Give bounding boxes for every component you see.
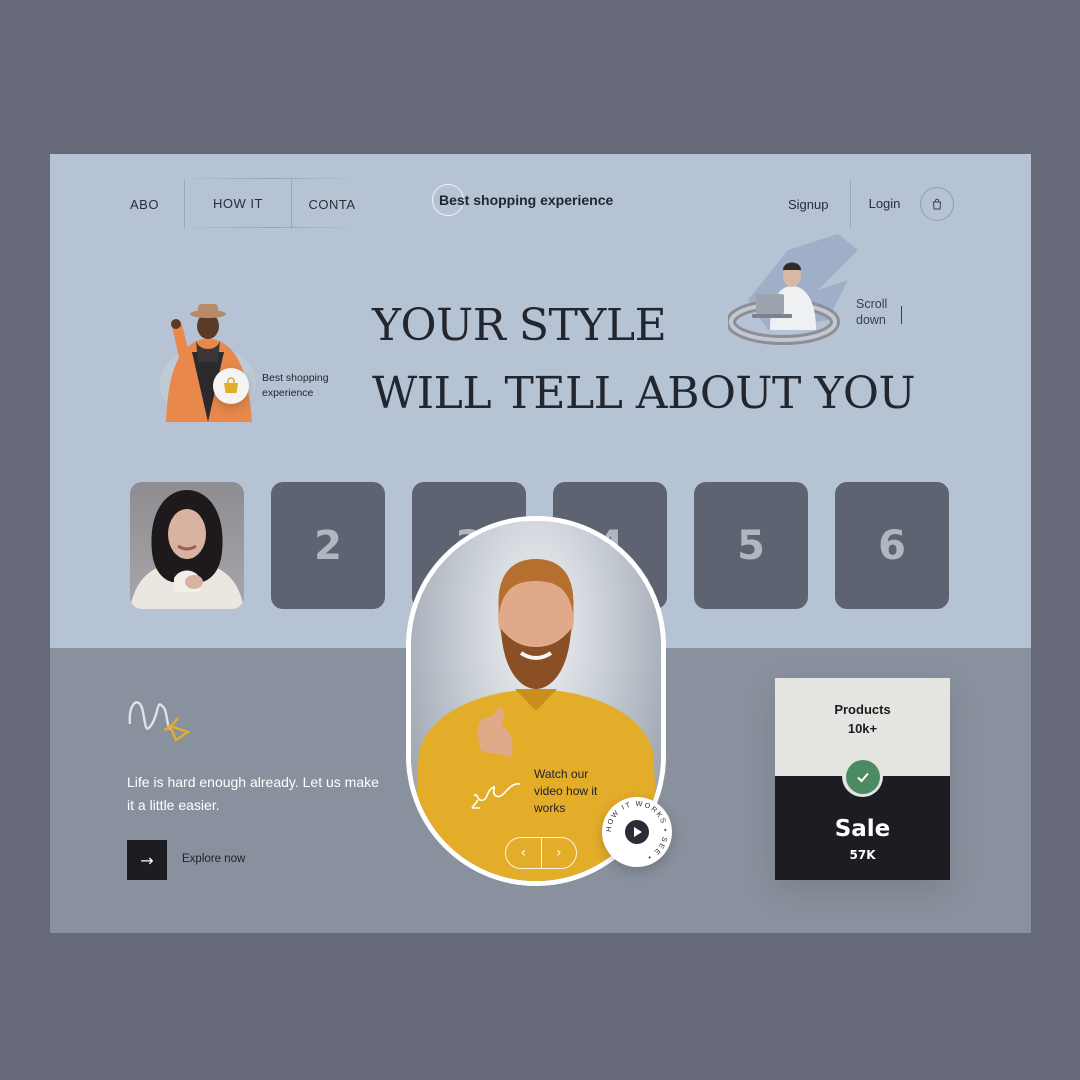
nav-item-how-it-works[interactable]: HOW IT — [184, 180, 292, 228]
video-caption-text: Watch our video how it works — [534, 767, 598, 815]
products-value: 10k+ — [847, 721, 878, 736]
arrow-right-icon: → — [140, 850, 154, 870]
how-it-works-badge[interactable]: HOW IT WORKS • SEE • — [602, 797, 672, 867]
hero-caption: Best shopping experience — [262, 372, 329, 399]
sale-label: Sale — [834, 816, 891, 842]
woman-portrait-image — [130, 490, 244, 609]
sale-value: 57K — [849, 848, 876, 862]
nav-divider-top — [180, 178, 360, 179]
landing-canvas: ABO HOW IT CONTA Best shopping experienc… — [50, 154, 1031, 933]
chevron-left-icon: ‹ — [520, 845, 527, 861]
tile-5-number: 5 — [737, 522, 765, 569]
scroll-indicator — [901, 306, 902, 324]
tile-2[interactable]: 2 — [271, 482, 385, 609]
next-button[interactable]: › — [542, 838, 577, 868]
products-label: Products — [834, 702, 891, 717]
prev-button[interactable]: ‹ — [506, 838, 542, 868]
scroll-down-label: Scroll down — [856, 297, 888, 327]
tile-6-number: 6 — [878, 522, 906, 569]
carousel-controls: ‹ › — [505, 837, 577, 869]
main-nav: ABO HOW IT CONTA — [120, 180, 372, 228]
signup-link[interactable]: Signup — [782, 197, 850, 212]
promo-tagline: Life is hard enough already. Let us make… — [127, 774, 379, 813]
check-circle — [845, 759, 880, 794]
products-stat: Products 10k+ — [775, 700, 950, 738]
hero-laptop-man-image — [728, 234, 858, 345]
tile-1-photo[interactable] — [130, 482, 244, 609]
scroll-down-link[interactable]: Scroll down — [856, 296, 902, 328]
stats-card: Products 10k+ Sale 57K — [775, 678, 950, 880]
tile-5[interactable]: 5 — [694, 482, 808, 609]
checkmark-icon — [856, 772, 869, 782]
squiggle-arrow-icon — [128, 701, 191, 742]
check-badge — [842, 756, 883, 797]
hero-model-image — [160, 304, 256, 422]
shopping-bag-icon — [932, 198, 942, 210]
account-nav: Signup Login — [782, 180, 954, 228]
tile-2-number: 2 — [314, 522, 342, 569]
hero-title-line-2: WILL TELL ABOUT YOU — [372, 368, 916, 419]
brand-logo[interactable]: Best shopping experience — [427, 179, 650, 221]
nav-item-contact[interactable]: CONTA — [292, 197, 372, 212]
explore-button[interactable]: → — [127, 840, 167, 880]
explore-link[interactable]: Explore now — [182, 853, 245, 865]
brand-text: Best shopping experience — [439, 192, 614, 208]
cart-button[interactable] — [920, 187, 954, 221]
video-caption: Watch our video how it works — [534, 766, 612, 817]
shopping-bag-icon — [224, 377, 238, 393]
login-link[interactable]: Login — [850, 180, 918, 228]
tile-6[interactable]: 6 — [835, 482, 949, 609]
curly-arrow-icon — [471, 783, 521, 809]
chevron-right-icon: › — [555, 845, 562, 861]
how-it-works-ring: HOW IT WORKS • SEE • — [604, 799, 669, 863]
nav-item-about[interactable]: ABO — [120, 197, 184, 212]
shopping-bag-badge — [213, 368, 249, 404]
